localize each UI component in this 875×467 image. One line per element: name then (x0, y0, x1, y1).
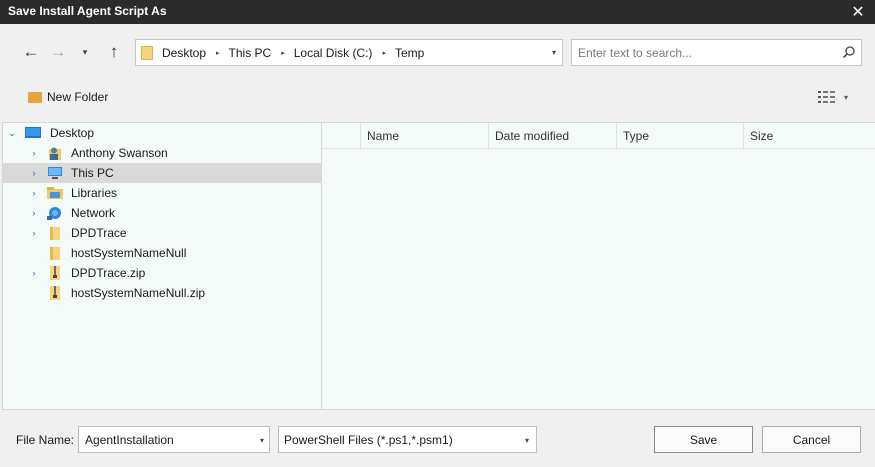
expand-chevron-icon[interactable]: › (29, 168, 39, 178)
new-folder-label: New Folder (47, 90, 109, 104)
tree-item-network[interactable]: › Network (3, 203, 321, 223)
column-header-type[interactable]: Type (616, 123, 743, 149)
folder-icon (50, 227, 60, 240)
expand-chevron-icon[interactable]: › (29, 228, 39, 238)
tree-item-desktop[interactable]: ⌄ Desktop (3, 123, 321, 143)
computer-icon (48, 167, 62, 179)
back-arrow-icon[interactable]: ← (20, 41, 42, 63)
tree-item-label: This PC (71, 166, 114, 180)
address-bar[interactable]: Desktop ▸ This PC ▸ Local Disk (C:) ▸ Te… (135, 39, 563, 66)
breadcrumb-desktop[interactable]: Desktop (162, 46, 206, 60)
collapse-chevron-icon[interactable]: ⌄ (7, 128, 17, 139)
tree-item-anthony-swanson[interactable]: › Anthony Swanson (3, 143, 321, 163)
column-header-name[interactable]: Name (360, 123, 488, 149)
new-folder-icon (28, 91, 42, 103)
recent-locations-icon[interactable]: ▾ (79, 41, 91, 63)
column-header-row: Name Date modified Type Size (322, 123, 875, 149)
breadcrumb-separator-icon[interactable]: ▸ (216, 49, 220, 57)
network-icon (47, 207, 61, 220)
search-input[interactable] (572, 40, 832, 65)
tree-item-label: Desktop (50, 126, 95, 140)
tree-item-label: hostSystemNameNull.zip (71, 286, 206, 300)
tree-item-this-pc[interactable]: › This PC (3, 163, 321, 183)
expand-chevron-icon[interactable]: › (29, 208, 39, 218)
expand-chevron-icon[interactable]: › (29, 148, 39, 158)
bottom-bar: File Name: ▾ PowerShell Files (*.ps1,*.p… (0, 410, 875, 467)
tree-item-label: Anthony Swanson (71, 146, 168, 160)
desktop-icon (25, 127, 41, 138)
expand-chevron-icon[interactable]: › (29, 188, 39, 198)
tree-item-label: hostSystemNameNull (71, 246, 187, 260)
folder-icon (141, 45, 153, 60)
address-dropdown-icon[interactable]: ▾ (552, 48, 556, 57)
tree-item-label: DPDTrace.zip (71, 266, 146, 280)
toolbar: New Folder ▾ (0, 82, 875, 122)
tree-item-hostsystemnamenull[interactable]: hostSystemNameNull (3, 243, 321, 263)
file-type-value: PowerShell Files (*.ps1,*.psm1) (284, 432, 453, 447)
file-name-dropdown-icon[interactable]: ▾ (260, 436, 264, 445)
view-dropdown-icon[interactable]: ▾ (844, 93, 848, 102)
details-view-icon (818, 91, 835, 103)
breadcrumb-local-disk[interactable]: Local Disk (C:) (294, 46, 373, 60)
expand-chevron-icon[interactable]: › (29, 268, 39, 278)
title-bar: Save Install Agent Script As ✕ (0, 0, 875, 24)
cancel-button[interactable]: Cancel (762, 426, 861, 453)
breadcrumb-this-pc[interactable]: This PC (229, 46, 272, 60)
up-arrow-icon[interactable]: ↑ (103, 41, 125, 63)
search-box[interactable] (571, 39, 862, 66)
breadcrumb-temp[interactable]: Temp (395, 46, 424, 60)
tree-item-dpdtrace-zip[interactable]: › DPDTrace.zip (3, 263, 321, 283)
forward-arrow-icon[interactable]: → (47, 41, 69, 63)
file-name-input[interactable] (79, 427, 249, 452)
navigation-tree[interactable]: ⌄ Desktop › Anthony Swanson › This PC › … (2, 122, 322, 410)
column-header-icon[interactable] (322, 123, 360, 149)
file-list[interactable]: Name Date modified Type Size (322, 122, 875, 410)
tree-item-label: Libraries (71, 186, 118, 200)
column-header-size[interactable]: Size (743, 123, 875, 149)
tree-item-dpdtrace[interactable]: › DPDTrace (3, 223, 321, 243)
close-icon[interactable]: ✕ (841, 0, 875, 24)
tree-item-label: DPDTrace (71, 226, 127, 240)
file-type-dropdown-icon[interactable]: ▾ (525, 436, 529, 445)
tree-item-label: Network (71, 206, 116, 220)
file-name-label: File Name: (16, 433, 75, 447)
window-title: Save Install Agent Script As (8, 4, 167, 18)
breadcrumb-separator-icon[interactable]: ▸ (382, 49, 386, 57)
file-name-combo[interactable]: ▾ (78, 426, 270, 453)
new-folder-button[interactable]: New Folder (28, 87, 108, 107)
zip-icon (50, 266, 60, 280)
folder-icon (50, 247, 60, 260)
tree-item-hostsystemnamenull-zip[interactable]: hostSystemNameNull.zip (3, 283, 321, 303)
breadcrumb-separator-icon[interactable]: ▸ (281, 49, 285, 57)
column-header-date-modified[interactable]: Date modified (488, 123, 616, 149)
user-icon (49, 147, 61, 160)
zip-icon (50, 286, 60, 300)
tree-item-libraries[interactable]: › Libraries (3, 183, 321, 203)
file-type-select[interactable]: PowerShell Files (*.ps1,*.psm1) ▾ (278, 426, 537, 453)
save-button[interactable]: Save (654, 426, 753, 453)
search-icon[interactable] (842, 45, 856, 59)
navigation-bar: ← → ▾ ↑ Desktop ▸ This PC ▸ Local Disk (… (0, 24, 875, 82)
view-options-button[interactable]: ▾ (818, 89, 858, 105)
libraries-icon (47, 187, 63, 199)
